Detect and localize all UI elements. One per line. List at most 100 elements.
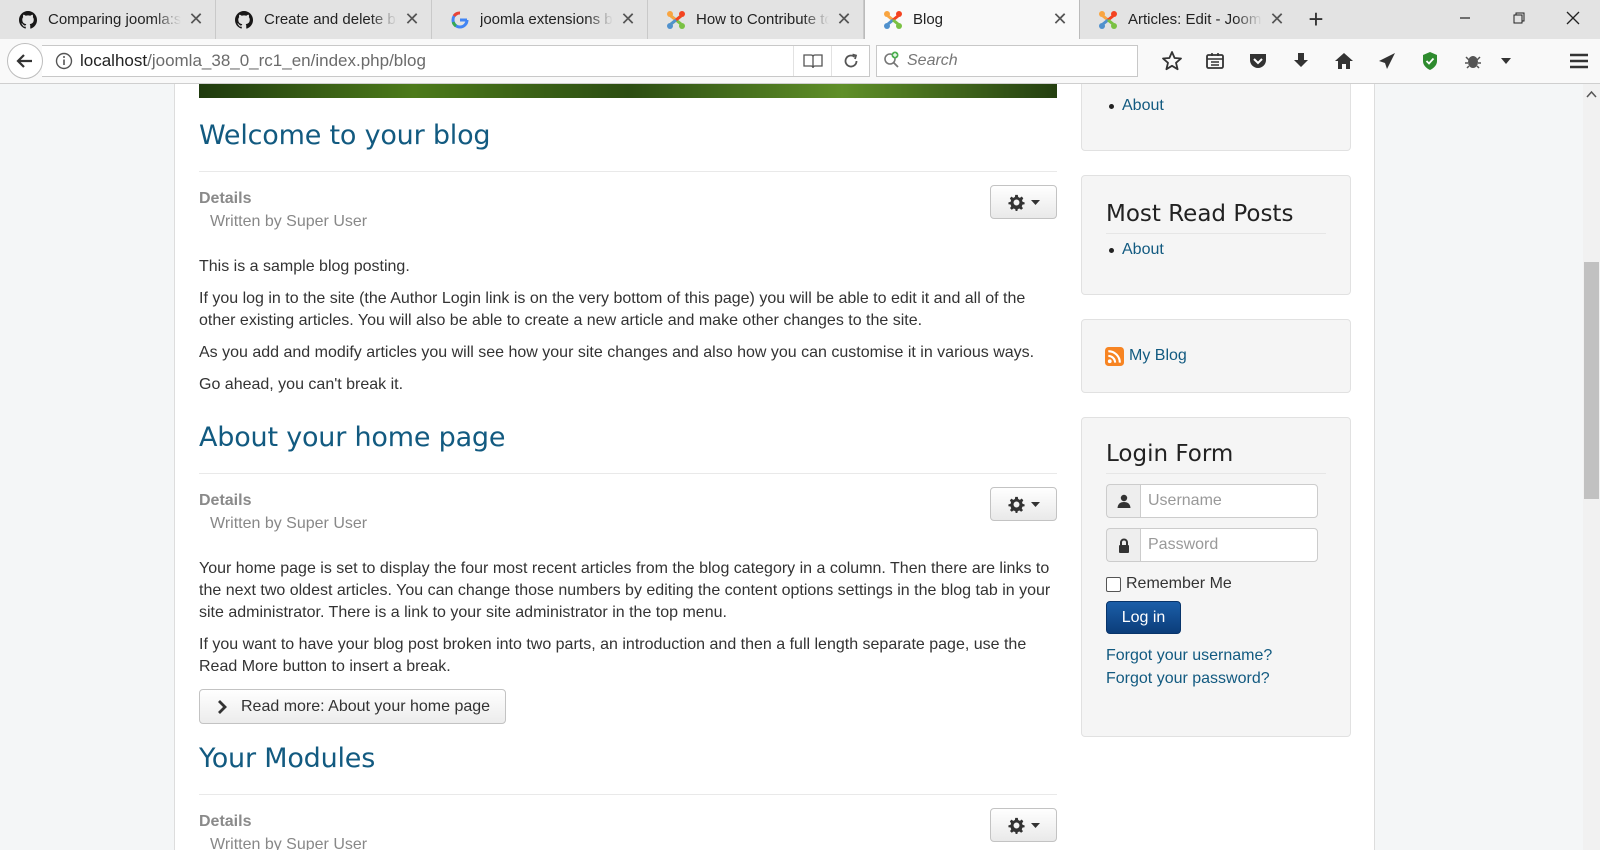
remember-me-checkbox[interactable] bbox=[1106, 576, 1121, 592]
gear-icon bbox=[1007, 817, 1025, 834]
github-icon bbox=[234, 10, 254, 30]
url-host: localhost bbox=[80, 51, 148, 70]
menu-item-label: About bbox=[1122, 97, 1164, 114]
browser-tab[interactable]: Create and delete branches ✕ bbox=[216, 0, 432, 39]
close-icon[interactable]: ✕ bbox=[187, 9, 205, 29]
url-text[interactable]: localhost/joomla_38_0_rc1_en/index.php/b… bbox=[80, 51, 793, 71]
remember-me: Remember Me bbox=[1106, 575, 1350, 593]
password-group bbox=[1106, 528, 1350, 562]
article-info: Details Written by Super User bbox=[199, 474, 1057, 536]
scrollbar-thumb[interactable] bbox=[1584, 262, 1599, 499]
close-icon[interactable]: ✕ bbox=[835, 9, 853, 29]
tab-label: Comparing joomla:staging bbox=[48, 11, 181, 28]
site-container: Welcome to your blog Details Written by … bbox=[174, 84, 1375, 850]
extension-bug-icon[interactable] bbox=[1451, 47, 1494, 75]
blog-article: About your home page Details Written by … bbox=[199, 400, 1057, 724]
article-author: Written by Super User bbox=[210, 515, 368, 532]
search-engine-icon[interactable] bbox=[877, 51, 907, 71]
read-more-button[interactable]: Read more: About your home page bbox=[199, 689, 507, 724]
tab-label: joomla extensions blog bbox=[480, 11, 613, 28]
reader-view-icon[interactable] bbox=[793, 46, 831, 76]
username-input[interactable] bbox=[1140, 484, 1318, 518]
bookmark-star-icon[interactable] bbox=[1150, 47, 1193, 75]
password-input[interactable] bbox=[1140, 528, 1318, 562]
window-controls bbox=[1438, 0, 1600, 36]
new-tab-button[interactable]: + bbox=[1296, 0, 1336, 39]
gear-icon bbox=[1007, 194, 1025, 211]
module-title: Most Read Posts bbox=[1106, 199, 1326, 234]
info-icon[interactable] bbox=[48, 52, 80, 70]
toolbar-icons bbox=[1150, 47, 1518, 75]
menu-module: About bbox=[1081, 84, 1351, 151]
caret-down-icon bbox=[1030, 199, 1040, 205]
article-paragraph: If you want to have your blog post broke… bbox=[199, 636, 1027, 675]
page-viewport: Welcome to your blog Details Written by … bbox=[0, 84, 1583, 850]
url-path: /joomla_38_0_rc1_en/index.php/blog bbox=[147, 51, 426, 70]
window-close-icon[interactable] bbox=[1546, 0, 1600, 36]
read-more-label: Read more: About your home page bbox=[241, 697, 491, 715]
joomla-icon bbox=[883, 10, 903, 30]
close-icon[interactable]: ✕ bbox=[403, 9, 421, 29]
article-paragraph: This is a sample blog posting. bbox=[199, 258, 410, 275]
details-label: Details bbox=[199, 492, 252, 509]
most-read-item[interactable]: About bbox=[1109, 239, 1350, 261]
article-paragraph: Your home page is set to display the fou… bbox=[199, 560, 1051, 621]
article-body: Your home page is set to display the fou… bbox=[199, 536, 1057, 724]
close-icon[interactable]: ✕ bbox=[619, 9, 637, 29]
login-button[interactable]: Log in bbox=[1106, 601, 1181, 634]
browser-tab[interactable]: How to Contribute to Joomla ✕ bbox=[648, 0, 864, 39]
scroll-up-icon[interactable] bbox=[1583, 86, 1600, 103]
article-paragraph: Go ahead, you can't break it. bbox=[199, 376, 404, 393]
forgot-password-link[interactable]: Forgot your password? bbox=[1106, 668, 1350, 690]
most-read-item-label: About bbox=[1122, 241, 1164, 258]
tab-label: How to Contribute to Joomla bbox=[696, 11, 829, 28]
reading-list-icon[interactable] bbox=[1193, 47, 1236, 75]
shield-icon[interactable] bbox=[1408, 47, 1451, 75]
article-title[interactable]: Welcome to your blog bbox=[199, 98, 1057, 172]
menu-item-about[interactable]: About bbox=[1109, 95, 1350, 117]
restore-icon[interactable] bbox=[1492, 0, 1546, 36]
article-info: Details Written by Super User bbox=[199, 795, 1057, 850]
close-icon[interactable]: ✕ bbox=[1268, 9, 1286, 29]
details-label: Details bbox=[199, 813, 252, 830]
article-title[interactable]: Your Modules bbox=[199, 721, 1057, 795]
dropdown-arrow-icon[interactable] bbox=[1494, 47, 1518, 75]
article-title[interactable]: About your home page bbox=[199, 400, 1057, 474]
browser-tab[interactable]: joomla extensions blog ✕ bbox=[432, 0, 648, 39]
browser-tab[interactable]: Articles: Edit - Joomla ✕ bbox=[1080, 0, 1296, 39]
search-bar[interactable]: Search bbox=[876, 45, 1138, 77]
minimize-icon[interactable] bbox=[1438, 0, 1492, 36]
back-arrow-icon bbox=[16, 54, 32, 68]
most-read-list: About bbox=[1109, 239, 1350, 261]
address-bar[interactable]: localhost/joomla_38_0_rc1_en/index.php/b… bbox=[42, 45, 870, 77]
reload-icon[interactable] bbox=[831, 46, 869, 76]
navigation-toolbar: localhost/joomla_38_0_rc1_en/index.php/b… bbox=[0, 39, 1600, 84]
tab-strip: Comparing joomla:staging ✕ Create and de… bbox=[0, 0, 1600, 39]
article-actions-button[interactable] bbox=[990, 808, 1057, 842]
article-paragraph: As you add and modify articles you will … bbox=[199, 344, 1035, 361]
menu-list: About bbox=[1109, 84, 1350, 117]
pocket-icon[interactable] bbox=[1236, 47, 1279, 75]
close-icon[interactable]: ✕ bbox=[1051, 9, 1069, 29]
rss-icon bbox=[1105, 346, 1124, 366]
article-actions-button[interactable] bbox=[990, 185, 1057, 219]
github-icon bbox=[18, 10, 38, 30]
article-paragraph: If you log in to the site (the Author Lo… bbox=[199, 290, 1026, 329]
tab-label: Blog bbox=[913, 11, 944, 28]
feed-link[interactable]: My Blog bbox=[1129, 347, 1187, 365]
back-button[interactable] bbox=[7, 43, 43, 79]
page-scrollbar[interactable] bbox=[1583, 84, 1600, 850]
article-actions-button[interactable] bbox=[990, 487, 1057, 521]
remember-me-label: Remember Me bbox=[1126, 575, 1232, 592]
details-label: Details bbox=[199, 190, 252, 207]
browser-tab[interactable]: Comparing joomla:staging ✕ bbox=[0, 0, 216, 39]
tab-label: Articles: Edit - Joomla bbox=[1128, 11, 1262, 28]
browser-tab-active[interactable]: Blog ✕ bbox=[864, 0, 1080, 39]
caret-down-icon bbox=[1030, 501, 1040, 507]
send-icon[interactable] bbox=[1365, 47, 1408, 75]
download-icon[interactable] bbox=[1279, 47, 1322, 75]
gear-icon bbox=[1007, 496, 1025, 513]
forgot-username-link[interactable]: Forgot your username? bbox=[1106, 645, 1350, 667]
home-icon[interactable] bbox=[1322, 47, 1365, 75]
hamburger-menu-icon[interactable] bbox=[1564, 47, 1594, 75]
